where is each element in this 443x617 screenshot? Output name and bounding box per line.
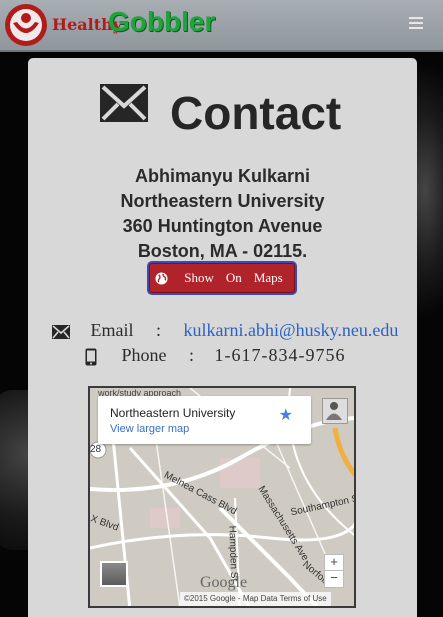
show-on-maps-button[interactable]: Show On Maps	[149, 263, 295, 293]
phone-number: 1-617-834-9756	[214, 345, 346, 365]
show-on-maps-label-2: On	[225, 270, 242, 285]
address-org: Northeastern University	[120, 191, 325, 211]
satellite-toggle[interactable]	[100, 561, 128, 587]
phone-row: Phone : 1-617-834-9756	[85, 345, 346, 366]
map-place-name: Northeastern University	[110, 406, 236, 420]
brand-gobbler[interactable]: Gobbler	[108, 6, 215, 38]
email-label: Email	[90, 320, 134, 340]
logo-icon[interactable]	[4, 3, 48, 47]
phone-label: Phone	[121, 345, 167, 365]
phone-separator: :	[189, 345, 195, 365]
envelope-small-icon	[52, 324, 70, 339]
mobile-phone-icon	[85, 348, 97, 366]
map-footer[interactable]: ©2015 Google - Map Data Terms of Use	[180, 592, 331, 606]
address-city: Boston, MA - 02115.	[137, 241, 308, 261]
email-separator: :	[156, 320, 162, 340]
show-on-maps-label-1: Show	[184, 270, 214, 285]
contact-panel: Contact Abhimanyu Kulkarni Northeastern …	[28, 58, 417, 617]
email-row: Email : kulkarni.abhi@husky.neu.edu	[52, 320, 398, 341]
hamburger-menu-icon[interactable]	[409, 17, 423, 31]
navbar: Healthy Gobbler	[0, 0, 443, 52]
person-icon	[326, 402, 342, 420]
google-logo: Google	[200, 574, 248, 591]
embedded-map[interactable]: work/study approach 28 Melnea Cass Blvd …	[88, 386, 356, 608]
view-larger-map-link[interactable]: View larger map	[110, 423, 189, 435]
page-title: Contact	[170, 87, 342, 139]
envelope-icon	[100, 84, 148, 122]
globe-icon	[155, 271, 168, 285]
address-name: Abhimanyu Kulkarni	[134, 166, 311, 186]
show-on-maps-label-3: Maps	[253, 270, 283, 285]
zoom-out-button[interactable]: −	[324, 570, 344, 588]
email-link[interactable]: kulkarni.abhi@husky.neu.edu	[184, 320, 399, 340]
address-street: 360 Huntington Avenue	[122, 216, 323, 236]
street-view-avatar[interactable]	[322, 398, 348, 424]
star-icon[interactable]: ★	[279, 405, 293, 425]
route-28-label: 28	[90, 444, 102, 455]
map-place-card: Northeastern University View larger map …	[98, 396, 311, 444]
